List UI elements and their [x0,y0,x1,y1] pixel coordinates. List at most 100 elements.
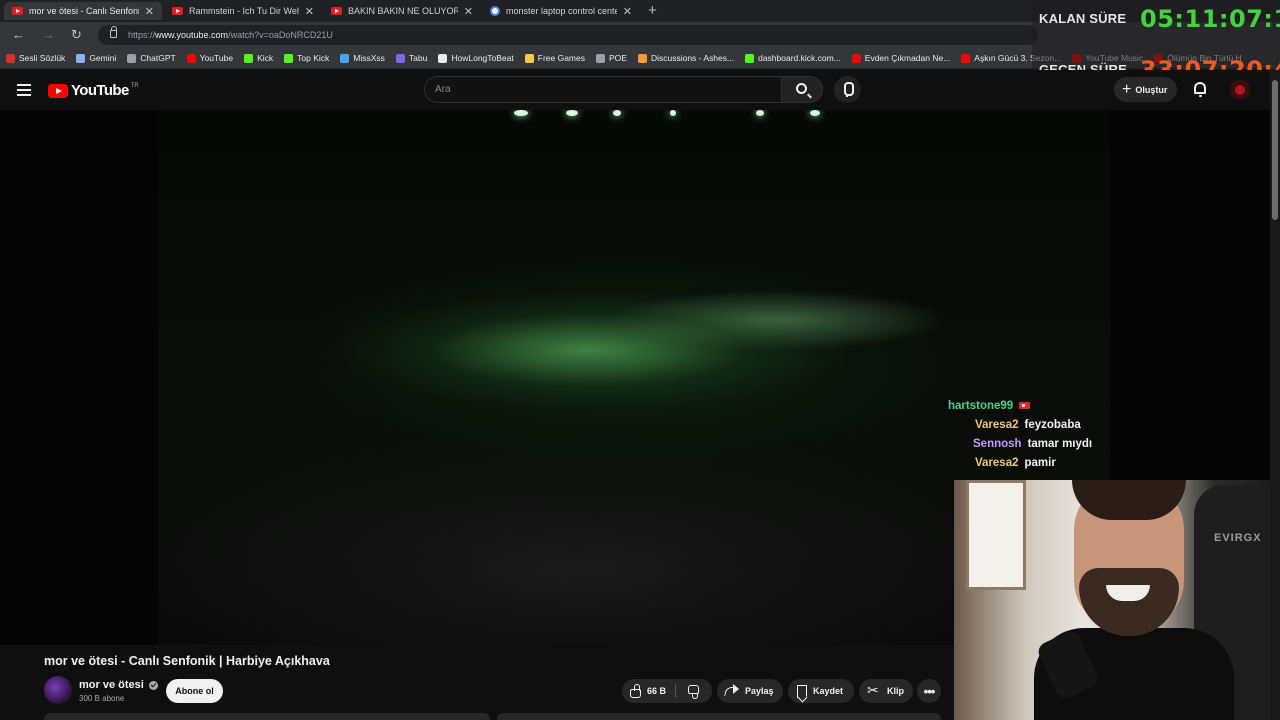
search-input[interactable]: Ara [424,76,782,103]
description-panel[interactable] [44,713,490,720]
bookmark-favicon-icon [244,53,254,63]
close-tab-icon[interactable]: ✕ [464,5,473,18]
share-label: Paylaş [745,686,774,696]
bookmark-item[interactable]: dashboard.kick.com... [745,53,841,63]
scrollbar-thumb[interactable] [1272,80,1278,220]
stage-light [613,110,621,116]
chat-username: Varesa2 [975,456,1019,469]
like-divider [675,684,676,698]
clip-label: Klip [887,686,904,696]
back-arrow-icon[interactable]: ← [12,27,25,42]
bookmark-favicon-icon [284,53,294,63]
google-icon [490,6,500,16]
video-title: mor ve ötesi - Canlı Senfonik | Harbiye … [44,654,330,668]
bookmark-item[interactable]: Tabu [395,53,427,63]
bookmark-label: Discussions - Ashes... [650,53,735,63]
bookmark-label: Sesli Sözlük [19,53,66,63]
share-button[interactable]: Paylaş [717,679,783,703]
bookmark-item[interactable]: Free Games [524,53,585,63]
account-avatar[interactable] [1230,80,1250,100]
bookmark-label: Free Games [537,53,585,63]
bookmark-item[interactable]: HowLongToBeat [438,53,514,63]
close-tab-icon[interactable]: ✕ [623,5,632,18]
close-tab-icon[interactable]: ✕ [305,5,314,18]
tab-title: monster laptop control center far [506,6,617,16]
channel-name-link[interactable]: mor ve ötesi [79,679,158,691]
streamer-beard [1079,568,1179,636]
youtube-play-icon [48,83,68,98]
tab-title: Rammstein - Ich Tu Dir Weh (Live [189,6,299,16]
plus-icon: + [1122,80,1132,98]
dislike-thumb-down-icon[interactable] [688,685,699,699]
menu-icon[interactable] [17,84,31,96]
youtube-icon [331,7,342,15]
bookmark-item[interactable]: Kick [244,53,273,63]
bookmark-favicon-icon [596,53,605,63]
bookmark-favicon-icon [637,53,647,63]
bookmark-item[interactable]: Gemini [76,53,116,63]
bookmark-favicon-icon [6,53,15,63]
bookmark-label: YouTube [199,53,234,63]
bookmark-favicon-icon [186,53,196,63]
save-button[interactable]: Kaydet [788,679,854,703]
bookmark-label: Kick [257,53,274,63]
bookmark-label: Evden Çıkmadan Ne... [864,53,951,63]
voice-search-mic-icon[interactable] [834,76,861,103]
bookmark-label: Top Kick [297,53,330,63]
bookmark-item[interactable]: POE [596,53,627,63]
channel-avatar[interactable] [44,676,72,704]
bookmark-item[interactable]: ChatGPT [127,53,176,63]
bookmark-favicon-icon [851,53,861,63]
stage-light [810,110,820,116]
bookmark-favicon-icon [961,53,971,63]
bookmark-item[interactable]: YouTube [186,53,234,63]
country-code: TR [130,82,139,89]
share-arrow-icon [725,684,739,698]
verified-check-icon [148,680,158,690]
youtube-wordmark: YouTube [71,82,129,99]
youtube-icon [172,7,183,15]
bookmark-label: MissXss [353,53,385,63]
bookmark-item[interactable]: Top Kick [284,53,329,63]
create-button[interactable]: + Oluştur [1114,77,1178,102]
notifications-bell-icon[interactable] [1194,82,1206,97]
more-actions-button[interactable]: ••• [917,679,941,703]
reload-icon[interactable]: ↻ [71,27,82,43]
chat-message: Varesa2 pamir [948,453,1108,472]
recommendations-panel[interactable] [497,713,941,720]
tab-title: BAKIN BAKIN NE OLUYOR? | 5Sri [348,6,458,16]
like-dislike-group: 66 B [622,679,712,703]
bookmark-label: dashboard.kick.com... [758,53,841,63]
search-icon [796,83,807,94]
chat-username: hartstone99 [948,399,1014,412]
address-bar[interactable]: https://www.youtube.com/watch?v=oaDoNRCD… [98,25,1038,45]
chat-message: Sennosh tamar mıydı [948,434,1108,453]
bookmark-favicon-icon [127,53,137,63]
youtube-logo[interactable]: YouTube TR [48,82,139,99]
search-button[interactable] [781,76,823,103]
like-count[interactable]: 66 B [647,686,666,696]
browser-tab-4[interactable]: monster laptop control center far ✕ [482,2,640,20]
browser-tab-1[interactable]: mor ve ötesi - Canlı Senfonik | Ha ✕ [4,2,162,20]
chat-message: Varesa2 feyzobaba [948,415,1108,434]
bookmark-item[interactable]: Discussions - Ashes... [637,53,735,63]
url-host: www.youtube.com [155,30,229,40]
youtube-masthead: YouTube TR Ara + Oluştur [0,70,1280,110]
bookmark-item[interactable]: Sesli Sözlük [6,53,65,63]
chat-username: Sennosh [973,437,1022,450]
subscribe-button[interactable]: Abone ol [166,679,223,703]
browser-tab-2[interactable]: Rammstein - Ich Tu Dir Weh (Live ✕ [164,2,322,20]
bookmark-item[interactable]: MissXss [340,53,385,63]
clip-button[interactable]: ✂ Klip [859,679,913,703]
bookmark-favicon-icon [438,53,448,63]
stage-light [670,110,676,116]
forward-arrow-icon[interactable]: → [42,27,55,42]
chat-text: tamar mıydı [1027,437,1093,450]
bookmark-item[interactable]: Evden Çıkmadan Ne... [851,53,951,63]
close-tab-icon[interactable]: ✕ [145,5,154,18]
browser-tab-3[interactable]: BAKIN BAKIN NE OLUYOR? | 5Sri ✕ [323,2,481,20]
like-thumb-up-icon[interactable] [630,683,641,698]
tab-title: mor ve ötesi - Canlı Senfonik | Ha [29,6,139,16]
new-tab-button[interactable]: + [648,2,657,19]
search-placeholder: Ara [435,84,451,95]
